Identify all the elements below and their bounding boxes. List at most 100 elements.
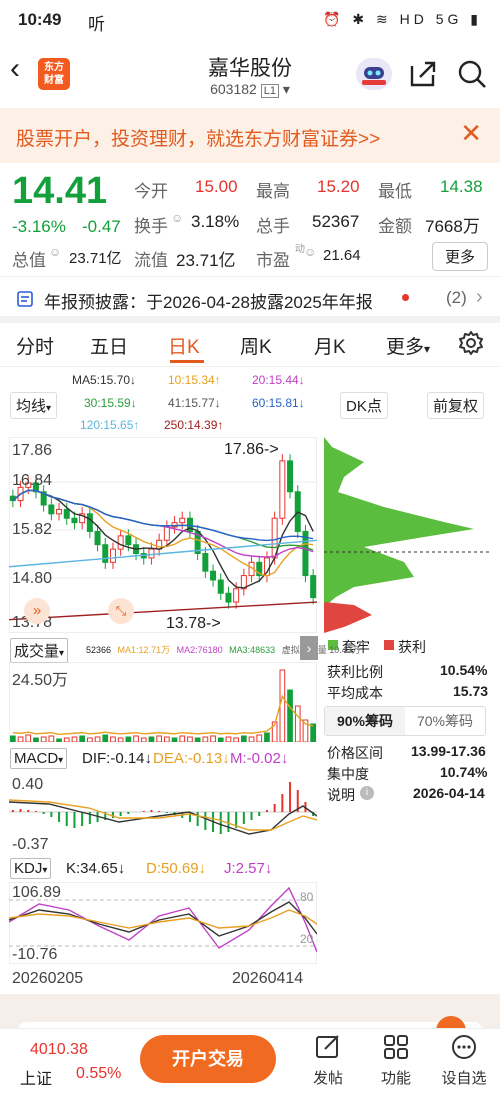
mcap-value: 23.71亿	[69, 250, 122, 267]
macd-selector[interactable]: MACD▾	[10, 748, 68, 769]
tab-intraday[interactable]: 分时	[16, 332, 54, 359]
candle-body	[109, 548, 116, 563]
down-arrow-icon: ↓	[280, 750, 289, 767]
open-account-trade-button[interactable]: 开户交易	[140, 1035, 276, 1083]
last-price: 14.41	[12, 170, 108, 212]
kdj-axis-top: 106.89	[12, 884, 61, 901]
info-icon[interactable]: ☺	[171, 211, 183, 225]
date-start: 20260205	[12, 970, 84, 987]
section-gap	[0, 316, 500, 323]
candle-body	[48, 504, 55, 515]
volume-bar	[294, 705, 301, 742]
tab-monthly-k[interactable]: 月K	[314, 332, 346, 359]
turnover-label: 换手	[134, 217, 168, 236]
volume-bar	[264, 732, 270, 742]
candle-body	[56, 508, 63, 515]
compose-icon[interactable]	[314, 1033, 342, 1066]
ma-legend-item: 250:14.39↑	[164, 418, 224, 432]
status-time: 10:49	[18, 10, 62, 29]
volume-bar	[140, 737, 147, 742]
divider	[0, 366, 500, 367]
active-tab-underline	[170, 360, 204, 363]
volume-selector[interactable]: 成交量▾	[10, 638, 69, 663]
kdj-selector-label: KDJ	[14, 860, 43, 877]
macd-dea: DEA:-0.13↓	[153, 750, 230, 767]
nav-post[interactable]: 发帖	[298, 1067, 358, 1088]
announcement-row[interactable]: 年报预披露：于2026-04-28披露2025年年报 (2) ›	[0, 284, 500, 316]
chip-value: 13.99-17.36	[411, 743, 486, 759]
candlestick-chart[interactable]	[9, 437, 317, 633]
volume-bar	[210, 735, 216, 742]
double-chevron-icon[interactable]: »	[24, 598, 50, 624]
price-axis-label: 14.80	[12, 570, 53, 587]
info-icon[interactable]: ☺	[304, 245, 316, 259]
info-icon[interactable]: i	[360, 786, 374, 800]
promo-banner[interactable]: 股票开户，投资理财，就选东方财富证券>> ✕	[0, 108, 500, 163]
nav-add-watchlist[interactable]: 设自选	[434, 1067, 494, 1088]
info-icon[interactable]: ☺	[49, 245, 61, 259]
float-value: 23.71亿	[176, 251, 236, 270]
index-value[interactable]: 4010.38	[30, 1041, 88, 1059]
price-axis-label: 16.84	[12, 472, 53, 489]
index-name[interactable]: 上证	[20, 1065, 52, 1089]
volume-bar	[310, 723, 316, 742]
tab-weekly-k[interactable]: 周K	[240, 332, 272, 359]
candle-body	[163, 526, 170, 541]
high-value: 15.20	[317, 177, 360, 196]
stock-code: 603182	[210, 81, 257, 97]
tab-more-label: 更多	[386, 337, 425, 358]
macd-dif: DIF:-0.14↓	[82, 750, 152, 767]
volume-bar	[279, 669, 286, 742]
candle-body	[102, 544, 109, 563]
share-icon[interactable]	[408, 60, 438, 88]
chevron-right-icon[interactable]: ›	[476, 286, 483, 309]
volume-bar	[241, 735, 247, 742]
high-label: 最高	[256, 182, 290, 201]
down-arrow-icon: ↓	[198, 860, 207, 877]
dk-point-button[interactable]: DK点	[340, 392, 388, 419]
tab-five-day[interactable]: 五日	[90, 332, 128, 359]
volume-bar	[148, 736, 155, 742]
candle-body	[86, 513, 93, 532]
chevron-down-icon: ▾	[59, 648, 65, 659]
assistant-robot-icon[interactable]	[356, 58, 392, 90]
tab-more[interactable]: 更多▾	[386, 332, 430, 359]
kdj-selector[interactable]: KDJ▾	[10, 858, 52, 879]
app-header: ‹ 东方 财富 嘉华股份 603182 L1 ▾	[0, 40, 500, 108]
announcement-text[interactable]: 年报预披露：于2026-04-28披露2025年年报	[44, 288, 373, 313]
volume-bar	[17, 736, 24, 742]
down-arrow-icon: ↓	[222, 750, 230, 767]
chevron-down-icon: ▾	[46, 403, 52, 414]
volume-bar	[10, 735, 16, 742]
promo-text[interactable]: 股票开户，投资理财，就选东方财富证券>>	[16, 124, 380, 151]
tab-90-chips[interactable]: 90%筹码	[325, 707, 405, 735]
volume-bar	[102, 734, 109, 742]
tab-70-chips[interactable]: 70%筹码	[405, 707, 485, 735]
status-carrier: 听	[88, 15, 105, 34]
code-dropdown-icon: ▾	[282, 81, 290, 97]
adjust-selector[interactable]: 前复权	[427, 392, 485, 419]
kdj-j: J:2.57↓	[224, 860, 272, 877]
more-button[interactable]: 更多	[432, 242, 489, 271]
search-icon[interactable]	[456, 58, 488, 90]
grid-icon[interactable]	[382, 1033, 410, 1066]
close-icon[interactable]: ✕	[460, 118, 482, 149]
ma-selector[interactable]: 均线▾	[10, 392, 58, 419]
open-label: 今开	[134, 182, 168, 201]
legend-profit: 获利	[398, 639, 426, 655]
profit-chips	[324, 602, 372, 633]
gear-icon[interactable]	[458, 330, 484, 362]
low-value: 14.38	[440, 177, 483, 196]
volume-bar	[56, 738, 62, 742]
index-change[interactable]: 0.55%	[76, 1065, 121, 1083]
chip-label: 价格区间	[327, 745, 383, 761]
nav-functions[interactable]: 功能	[366, 1067, 426, 1088]
bottom-spacer	[0, 994, 500, 1032]
tab-daily-k[interactable]: 日K	[168, 332, 200, 359]
more-dots-icon[interactable]	[450, 1033, 478, 1066]
level-badge: L1	[260, 84, 279, 98]
expand-icon[interactable]: ⤡	[108, 598, 134, 624]
date-end: 20260414	[232, 970, 304, 987]
chevron-right-icon[interactable]: ›	[300, 636, 318, 660]
chip-label: 说明	[327, 787, 355, 803]
